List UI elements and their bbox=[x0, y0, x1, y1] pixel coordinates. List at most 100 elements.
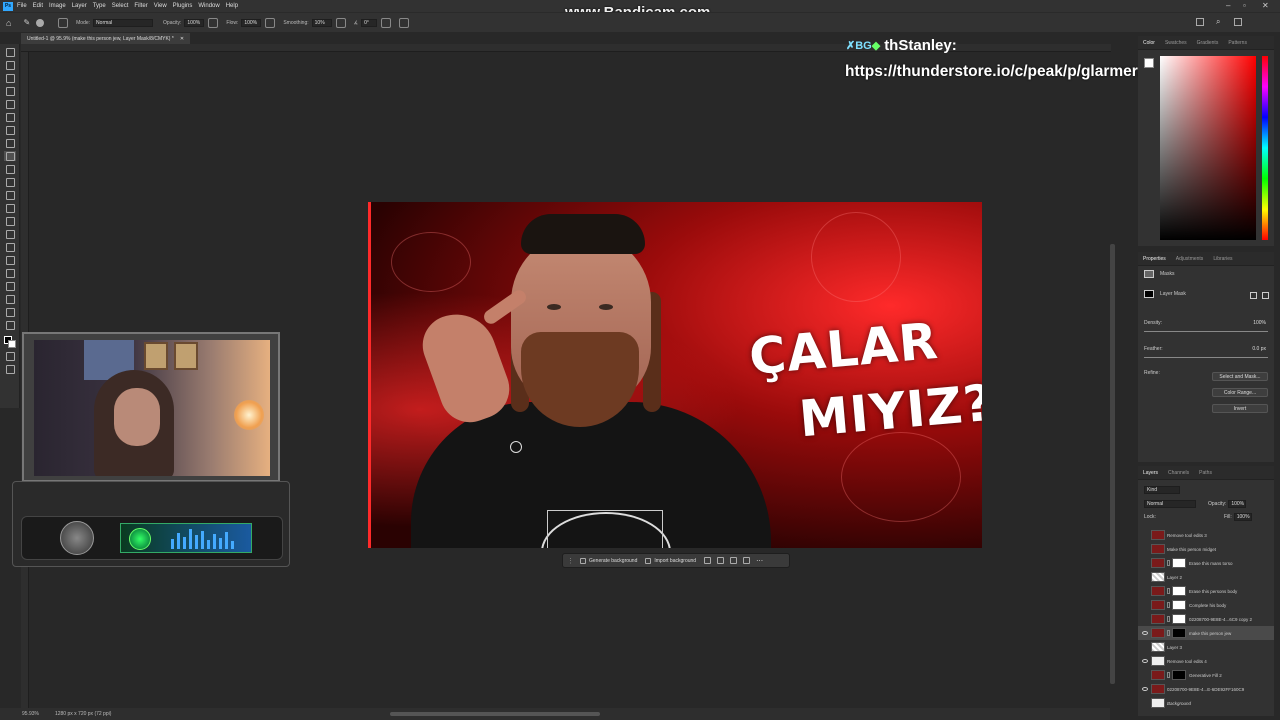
pressure-opacity-icon[interactable] bbox=[208, 17, 219, 28]
tab-close-icon[interactable]: ✕ bbox=[180, 36, 184, 42]
visibility-eye-icon[interactable] bbox=[1142, 603, 1148, 607]
visibility-eye-icon[interactable] bbox=[1142, 561, 1148, 565]
tab-properties[interactable]: Properties bbox=[1138, 256, 1171, 262]
close-icon[interactable]: ✕ bbox=[1262, 1, 1269, 10]
tab-swatches[interactable]: Swatches bbox=[1160, 40, 1192, 46]
photoshop-logo-icon[interactable]: Ps bbox=[3, 1, 13, 11]
frame-tool-icon[interactable] bbox=[4, 112, 16, 122]
eyedropper-tool-icon[interactable] bbox=[4, 125, 16, 135]
brush-tool-icon[interactable] bbox=[4, 151, 16, 161]
home-icon[interactable]: ⌂ bbox=[6, 18, 11, 28]
marquee-tool-icon[interactable] bbox=[4, 60, 16, 70]
tab-channels[interactable]: Channels bbox=[1163, 470, 1194, 476]
layer-mask-thumbnail[interactable] bbox=[1172, 558, 1186, 568]
brush-preset-icon[interactable] bbox=[36, 18, 45, 27]
apply-mask-icon[interactable] bbox=[1262, 292, 1269, 299]
menu-plugins[interactable]: Plugins bbox=[173, 3, 193, 9]
layer-row[interactable]: Erase this persons body bbox=[1138, 584, 1274, 598]
flow-field[interactable]: 100% bbox=[241, 18, 262, 27]
shape-tool-icon[interactable] bbox=[4, 281, 16, 291]
menu-filter[interactable]: Filter bbox=[134, 3, 147, 9]
layer-row[interactable]: Generative Fill 2 bbox=[1138, 668, 1274, 682]
menu-window[interactable]: Window bbox=[198, 3, 219, 9]
menu-select[interactable]: Select bbox=[112, 3, 129, 9]
layer-row[interactable]: Layer 3 bbox=[1138, 640, 1274, 654]
visibility-eye-icon[interactable] bbox=[1142, 631, 1148, 635]
gradient-tool-icon[interactable] bbox=[4, 203, 16, 213]
tab-gradients[interactable]: Gradients bbox=[1192, 40, 1224, 46]
hue-slider[interactable] bbox=[1262, 56, 1268, 240]
screen-mode-icon[interactable] bbox=[4, 364, 16, 374]
layer-row[interactable]: make this person jew bbox=[1138, 626, 1274, 640]
feather-value[interactable]: 0.0 px bbox=[1252, 346, 1266, 352]
airbrush-icon[interactable] bbox=[265, 17, 276, 28]
layer-row[interactable]: Remove tool edits 3 bbox=[1138, 528, 1274, 542]
layer-mask-thumbnail[interactable] bbox=[1172, 586, 1186, 596]
share-icon[interactable] bbox=[1196, 18, 1204, 26]
vertical-scrollbar[interactable] bbox=[1110, 244, 1115, 684]
visibility-eye-icon[interactable] bbox=[1142, 659, 1148, 663]
brush-settings-icon[interactable] bbox=[58, 17, 69, 28]
zoom-tool-icon[interactable] bbox=[4, 307, 16, 317]
layer-row[interactable]: Layer 2 bbox=[1138, 570, 1274, 584]
layer-row[interactable]: 02208700-9E8E-4...E-6DE92FF160C9 bbox=[1138, 682, 1274, 696]
select-mask-icon[interactable] bbox=[1250, 292, 1257, 299]
invert-button[interactable]: Invert bbox=[1212, 404, 1268, 413]
pen-tool-icon[interactable] bbox=[4, 242, 16, 252]
layer-row[interactable]: Erase this mans torso bbox=[1138, 556, 1274, 570]
path-select-tool-icon[interactable] bbox=[4, 268, 16, 278]
mask-link-icon[interactable] bbox=[1167, 602, 1170, 608]
layer-row[interactable]: Background bbox=[1138, 696, 1274, 710]
visibility-eye-icon[interactable] bbox=[1142, 701, 1148, 705]
layer-row[interactable]: Make this person midget bbox=[1138, 542, 1274, 556]
visibility-eye-icon[interactable] bbox=[1142, 687, 1148, 691]
layer-kind-select[interactable]: Kind bbox=[1144, 486, 1180, 494]
symmetry-icon[interactable] bbox=[399, 17, 410, 28]
mask-link-icon[interactable] bbox=[1167, 672, 1170, 678]
layer-mask-thumbnail[interactable] bbox=[1172, 614, 1186, 624]
brush-tool-icon[interactable]: ✎ bbox=[23, 18, 30, 27]
workspace-icon[interactable] bbox=[1234, 18, 1242, 26]
eraser-tool-icon[interactable] bbox=[4, 190, 16, 200]
document-tab[interactable]: Untitled-1 @ 95.9% (make this person jew… bbox=[21, 33, 191, 44]
mask-link-icon[interactable] bbox=[1167, 560, 1170, 566]
zoom-level[interactable]: 95.93% bbox=[22, 711, 39, 717]
density-value[interactable]: 100% bbox=[1253, 320, 1266, 326]
layer-mask-row[interactable]: Layer Mask bbox=[1144, 290, 1186, 298]
blur-tool-icon[interactable] bbox=[4, 216, 16, 226]
menu-file[interactable]: File bbox=[17, 3, 27, 9]
tab-paths[interactable]: Paths bbox=[1194, 470, 1217, 476]
opacity-field[interactable]: 100% bbox=[184, 18, 205, 27]
smoothing-field[interactable]: 10% bbox=[311, 18, 332, 27]
blend-mode-select[interactable]: Normal bbox=[1144, 500, 1196, 508]
type-tool-icon[interactable] bbox=[4, 255, 16, 265]
menu-type[interactable]: Type bbox=[93, 3, 106, 9]
visibility-eye-icon[interactable] bbox=[1142, 533, 1148, 537]
lasso-tool-icon[interactable] bbox=[4, 73, 16, 83]
visibility-eye-icon[interactable] bbox=[1142, 617, 1148, 621]
transform-icon[interactable] bbox=[743, 557, 751, 564]
more-tools-icon[interactable] bbox=[4, 320, 16, 330]
background-color-swatch[interactable] bbox=[8, 340, 16, 348]
crop-tool-icon[interactable] bbox=[4, 99, 16, 109]
layer-row[interactable]: 02208700-9E8E-4...6C9 copy 2 bbox=[1138, 612, 1274, 626]
mask-link-icon[interactable] bbox=[1167, 616, 1170, 622]
angle-field[interactable]: 0° bbox=[361, 18, 378, 27]
menu-view[interactable]: View bbox=[154, 3, 167, 9]
maximize-icon[interactable]: ▫ bbox=[1243, 1, 1246, 10]
tab-color[interactable]: Color bbox=[1138, 40, 1160, 46]
more-options-icon[interactable]: ⋯ bbox=[756, 557, 763, 565]
visibility-eye-icon[interactable] bbox=[1142, 673, 1148, 677]
hand-tool-icon[interactable] bbox=[4, 294, 16, 304]
visibility-eye-icon[interactable] bbox=[1142, 547, 1148, 551]
fill-field[interactable]: 100% bbox=[1233, 513, 1252, 521]
tab-layers[interactable]: Layers bbox=[1138, 470, 1163, 476]
fill-icon[interactable] bbox=[704, 557, 712, 564]
visibility-eye-icon[interactable] bbox=[1142, 645, 1148, 649]
color-range-button[interactable]: Color Range... bbox=[1212, 388, 1268, 397]
density-slider[interactable] bbox=[1144, 331, 1268, 332]
import-background-button[interactable]: Import background bbox=[645, 557, 696, 564]
layer-row[interactable]: Remove tool edits 4 bbox=[1138, 654, 1274, 668]
layer-mask-thumbnail[interactable] bbox=[1172, 600, 1186, 610]
mask-link-icon[interactable] bbox=[1167, 588, 1170, 594]
